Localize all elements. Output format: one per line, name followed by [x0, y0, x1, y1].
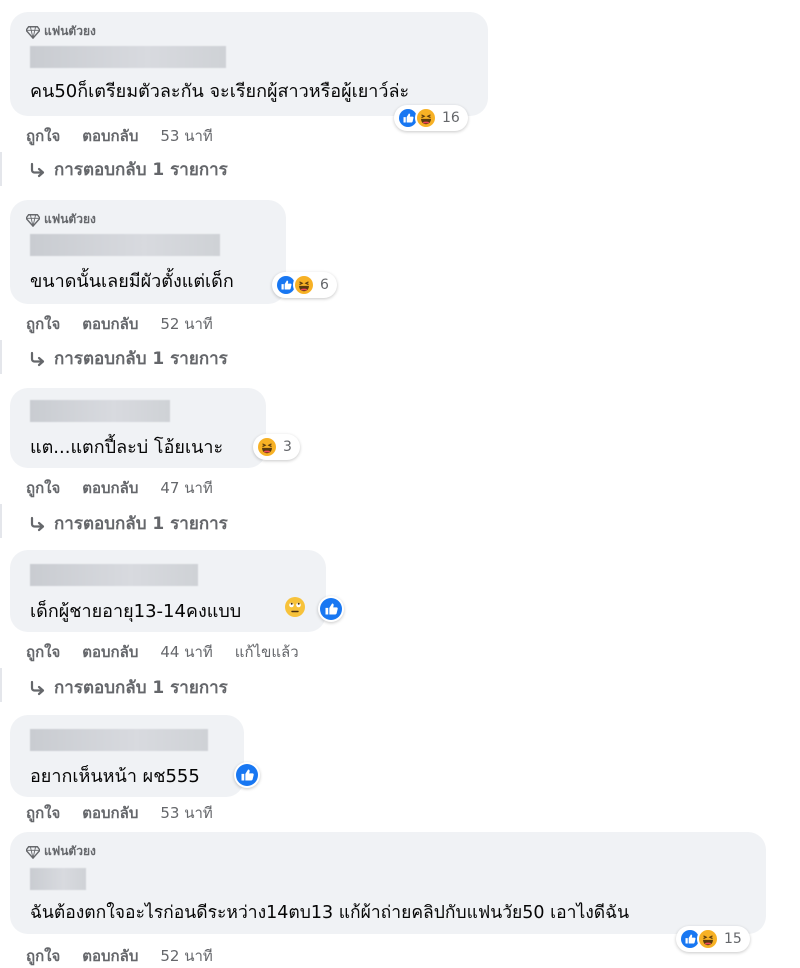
reaction-summary[interactable]: 3	[253, 434, 300, 460]
reply-button[interactable]: ตอบกลับ	[82, 801, 138, 825]
comment-2: แฟนตัวยง ขนาดนั้นเลยมีผัวตั้งแต่เด็ก 6 ถ…	[0, 190, 800, 380]
blurred-author-name[interactable]	[30, 400, 170, 422]
comment-text: ฉันต้องตกใจอะไรก่อนดีระหว่าง14ตบ13 แก้ผ้…	[30, 903, 630, 923]
reaction-count: 15	[724, 931, 742, 947]
timestamp[interactable]: 47 นาที	[160, 476, 212, 500]
timestamp[interactable]: 44 นาที	[160, 640, 212, 664]
haha-reaction-icon	[415, 107, 437, 129]
diamond-icon	[26, 845, 40, 859]
reply-arrow-icon	[30, 162, 45, 177]
blurred-author-name[interactable]	[30, 46, 226, 68]
reaction-summary[interactable]: 16	[394, 105, 468, 131]
badge-label: แฟนตัวยง	[44, 212, 96, 226]
comment-actions: ถูกใจ ตอบกลับ 52 นาที	[26, 944, 235, 968]
thread-line	[0, 152, 2, 186]
thread-line	[0, 504, 2, 538]
blurred-author-name[interactable]	[30, 868, 86, 890]
like-reaction-icon[interactable]	[234, 762, 260, 788]
like-button[interactable]: ถูกใจ	[26, 312, 60, 336]
comment-actions: ถูกใจ ตอบกลับ 44 นาที แก้ไขแล้ว	[26, 640, 321, 664]
thread-line	[0, 668, 2, 702]
blurred-author-name[interactable]	[30, 729, 208, 751]
comment-3: แต...แตกปี้ละบ่ โอ้ยเนาะ 3 ถูกใจ ตอบกลับ…	[0, 380, 800, 540]
comment-actions: ถูกใจ ตอบกลับ 53 นาที	[26, 124, 235, 148]
timestamp[interactable]: 53 นาที	[160, 124, 212, 148]
reaction-count: 3	[283, 439, 292, 455]
blurred-author-name[interactable]	[30, 564, 198, 586]
top-fan-badge: แฟนตัวยง	[26, 22, 96, 41]
comment-bubble: แต...แตกปี้ละบ่ โอ้ยเนาะ	[10, 388, 266, 468]
top-fan-badge: แฟนตัวยง	[26, 842, 96, 861]
reply-arrow-icon	[30, 516, 45, 531]
view-replies-link[interactable]: การตอบกลับ 1 รายการ	[28, 345, 228, 372]
face-with-rolling-eyes-emoji	[284, 596, 306, 618]
top-fan-badge: แฟนตัวยง	[26, 210, 96, 229]
diamond-icon	[26, 213, 40, 227]
timestamp[interactable]: 53 นาที	[160, 801, 212, 825]
comment-text: แต...แตกปี้ละบ่ โอ้ยเนาะ	[30, 437, 224, 458]
haha-reaction-icon	[256, 436, 278, 458]
comment-4: เด็กผู้ชายอายุ13-14คงแบบ ถูกใจ ตอบกลับ 4…	[0, 540, 800, 705]
timestamp[interactable]: 52 นาที	[160, 944, 212, 968]
comment-bubble: แฟนตัวยง ขนาดนั้นเลยมีผัวตั้งแต่เด็ก	[10, 200, 286, 304]
view-replies-link[interactable]: การตอบกลับ 1 รายการ	[28, 156, 228, 183]
reply-button[interactable]: ตอบกลับ	[82, 640, 138, 664]
reaction-summary[interactable]: 15	[676, 926, 750, 952]
comment-text: ขนาดนั้นเลยมีผัวตั้งแต่เด็ก	[30, 271, 234, 292]
comment-text: คน50ก็เตรียมตัวละกัน จะเรียกผู้สาวหรือผู…	[30, 81, 410, 102]
like-button[interactable]: ถูกใจ	[26, 124, 60, 148]
comment-bubble: เด็กผู้ชายอายุ13-14คงแบบ	[10, 550, 326, 632]
comment-text: อยากเห็นหน้า ผช555	[30, 766, 200, 787]
comment-bubble: แฟนตัวยง คน50ก็เตรียมตัวละกัน จะเรียกผู้…	[10, 12, 488, 116]
comment-bubble: แฟนตัวยง ฉันต้องตกใจอะไรก่อนดีระหว่าง14ต…	[10, 832, 766, 934]
comment-text: เด็กผู้ชายอายุ13-14คงแบบ	[30, 601, 242, 622]
reaction-summary[interactable]: 6	[272, 272, 337, 298]
haha-reaction-icon	[697, 928, 719, 950]
reply-button[interactable]: ตอบกลับ	[82, 312, 138, 336]
view-replies-link[interactable]: การตอบกลับ 1 รายการ	[28, 510, 228, 537]
reply-arrow-icon	[30, 680, 45, 695]
comment-actions: ถูกใจ ตอบกลับ 47 นาที	[26, 476, 235, 500]
comment-1: แฟนตัวยง คน50ก็เตรียมตัวละกัน จะเรียกผู้…	[0, 0, 800, 190]
like-reaction-icon[interactable]	[318, 596, 344, 622]
reply-arrow-icon	[30, 351, 45, 366]
reply-button[interactable]: ตอบกลับ	[82, 476, 138, 500]
thread-line	[0, 340, 2, 374]
diamond-icon	[26, 25, 40, 39]
reply-button[interactable]: ตอบกลับ	[82, 944, 138, 968]
like-button[interactable]: ถูกใจ	[26, 476, 60, 500]
timestamp[interactable]: 52 นาที	[160, 312, 212, 336]
replies-label: การตอบกลับ 1 รายการ	[54, 349, 228, 369]
reply-button[interactable]: ตอบกลับ	[82, 124, 138, 148]
reaction-count: 16	[442, 110, 460, 126]
like-button[interactable]: ถูกใจ	[26, 640, 60, 664]
reaction-count: 6	[320, 277, 329, 293]
edited-label[interactable]: แก้ไขแล้ว	[235, 640, 299, 664]
like-button[interactable]: ถูกใจ	[26, 944, 60, 968]
comment-actions: ถูกใจ ตอบกลับ 52 นาที	[26, 312, 235, 336]
replies-label: การตอบกลับ 1 รายการ	[54, 678, 228, 698]
like-button[interactable]: ถูกใจ	[26, 801, 60, 825]
replies-label: การตอบกลับ 1 รายการ	[54, 160, 228, 180]
comment-6: แฟนตัวยง ฉันต้องตกใจอะไรก่อนดีระหว่าง14ต…	[0, 830, 800, 968]
view-replies-link[interactable]: การตอบกลับ 1 รายการ	[28, 674, 228, 701]
comment-5: อยากเห็นหน้า ผช555 ถูกใจ ตอบกลับ 53 นาที	[0, 705, 800, 830]
badge-label: แฟนตัวยง	[44, 844, 96, 858]
replies-label: การตอบกลับ 1 รายการ	[54, 514, 228, 534]
haha-reaction-icon	[293, 274, 315, 296]
comment-bubble: อยากเห็นหน้า ผช555	[10, 715, 244, 797]
badge-label: แฟนตัวยง	[44, 24, 96, 38]
blurred-author-name[interactable]	[30, 234, 220, 256]
comment-actions: ถูกใจ ตอบกลับ 53 นาที	[26, 801, 235, 825]
